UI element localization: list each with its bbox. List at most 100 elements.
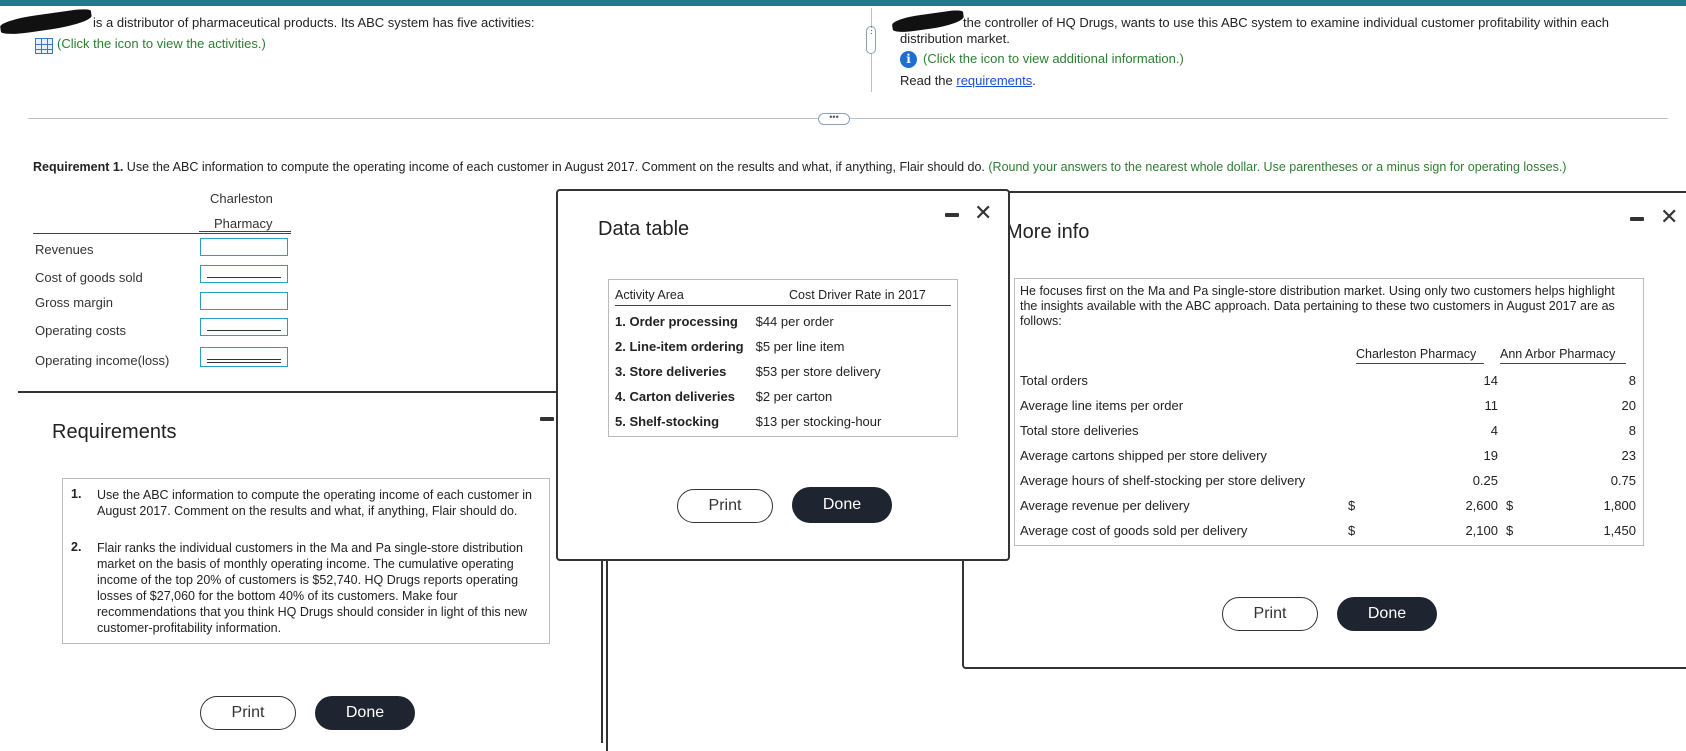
row-label: Average hours of shelf-stocking per stor… <box>1020 473 1306 488</box>
revenues-input[interactable] <box>200 238 288 256</box>
table-grid-icon[interactable] <box>35 38 53 54</box>
currency <box>1344 468 1394 493</box>
gross-margin-input[interactable] <box>200 292 288 310</box>
row-label-cogs: Cost of goods sold <box>35 270 143 285</box>
activity-name: Order processing <box>629 314 738 329</box>
info-click-text[interactable]: (Click the icon to view additional infor… <box>923 51 1184 66</box>
more-info-content-box: He focuses first on the Ma and Pa single… <box>1014 278 1644 546</box>
header-charleston: Charleston Pharmacy <box>1356 347 1477 361</box>
requirement1-line: Requirement 1. Use the ABC information t… <box>33 160 1566 174</box>
value-ann-arbor: 20 <box>1621 398 1636 413</box>
data-table-done-button[interactable]: Done <box>792 487 892 523</box>
header-ann-arbor: Ann Arbor Pharmacy <box>1500 347 1616 361</box>
row-label: Total store deliveries <box>1020 423 1139 438</box>
value-charleston: 4 <box>1490 423 1498 438</box>
currency <box>1502 368 1524 393</box>
value-ann-arbor: 8 <box>1628 373 1636 388</box>
value-charleston: 2,600 <box>1465 498 1498 513</box>
intro-right-line1: the controller of HQ Drugs, wants to use… <box>963 15 1609 30</box>
activity-name: Store deliveries <box>629 364 727 379</box>
table-row: Total store deliveries 4 8 <box>1016 418 1640 443</box>
currency: $ <box>1348 498 1356 513</box>
activity-name: Shelf-stocking <box>629 414 720 429</box>
more-info-print-button[interactable]: Print <box>1222 597 1318 631</box>
currency <box>1502 468 1524 493</box>
read-requirements-line: Read the requirements. <box>900 73 1036 88</box>
activity-cell: 3. Store deliveries <box>609 359 750 384</box>
requirements-done-button[interactable]: Done <box>315 696 415 730</box>
table-row: Average line items per order 11 20 <box>1016 393 1640 418</box>
intro-left-text: is a distributor of pharmaceutical produ… <box>93 15 535 30</box>
data-table-print-button[interactable]: Print <box>677 489 773 523</box>
currency <box>1344 418 1394 443</box>
requirements-print-button[interactable]: Print <box>200 696 296 730</box>
activity-number: 5. <box>615 414 626 429</box>
more-info-title: More info <box>1006 221 1090 243</box>
activity-cell: 1. Order processing <box>609 309 750 334</box>
requirements-title: Requirements <box>52 421 177 443</box>
activities-click-text[interactable]: (Click the icon to view the activities.) <box>57 36 266 51</box>
rate-cell: $2 per carton <box>755 389 833 404</box>
table-row: 3. Store deliveries $53 per store deliver… <box>609 359 887 384</box>
read-prefix: Read the <box>900 73 957 88</box>
header-rule-2 <box>1500 363 1626 364</box>
header-rule-1 <box>1356 363 1484 364</box>
operating-costs-input[interactable] <box>200 318 288 336</box>
currency <box>1344 368 1394 393</box>
currency: $ <box>1506 523 1514 538</box>
row-label: Average cost of goods sold per delivery <box>1020 523 1248 538</box>
value-charleston: 14 <box>1483 373 1498 388</box>
rate-cell: $44 per order <box>755 314 834 329</box>
table-row: Average revenue per delivery $2,600 $1,800 <box>1016 493 1640 518</box>
column-header-line1: Charleston <box>210 191 273 206</box>
activity-number: 3. <box>615 364 626 379</box>
rate-cell: $5 per line item <box>755 339 845 354</box>
value-charleston: 2,100 <box>1465 523 1498 538</box>
requirement1-hint: (Round your answers to the nearest whole… <box>988 160 1567 174</box>
column-underline <box>199 231 291 232</box>
pane-resize-handle[interactable]: ⋮ <box>866 26 876 54</box>
row-label-operating-income: Operating income(loss) <box>35 353 170 368</box>
table-row: Total orders 14 8 <box>1016 368 1640 393</box>
req-item-1-text: Use the ABC information to compute the o… <box>97 488 532 518</box>
row-label-operating-costs: Operating costs <box>35 323 127 338</box>
table-row: 4. Carton deliveries $2 per carton <box>609 384 887 409</box>
data-table-close-icon[interactable]: ✕ <box>974 202 992 224</box>
operating-income-input[interactable] <box>200 347 288 367</box>
currency: $ <box>1506 498 1514 513</box>
activity-cell: 2. Line-item ordering <box>609 334 750 359</box>
data-table-title: Data table <box>598 218 690 240</box>
cogs-input[interactable] <box>200 265 288 283</box>
value-charleston: 19 <box>1483 448 1498 463</box>
header-activity-area: Activity Area <box>615 288 684 302</box>
requirements-link[interactable]: requirements <box>956 73 1032 88</box>
redacted-name <box>0 7 93 37</box>
req-item-2-number: 2. <box>71 540 82 554</box>
row-label: Average revenue per delivery <box>1020 498 1190 513</box>
more-info-paragraph: He focuses first on the Ma and Pa single… <box>1020 284 1615 328</box>
row-label: Average line items per order <box>1020 398 1184 413</box>
data-table-minimize-icon[interactable] <box>945 213 959 217</box>
table-row: 2. Line-item ordering $5 per line item <box>609 334 887 359</box>
row-label: Average cartons shipped per store delive… <box>1020 448 1267 463</box>
answer-table-rule <box>33 233 291 234</box>
more-info-close-icon[interactable]: ✕ <box>1660 206 1678 228</box>
header-cost-driver-rate: Cost Driver Rate in 2017 <box>789 288 926 302</box>
rate-cell: $13 per stocking-hour <box>755 414 882 429</box>
requirements-minimize-icon[interactable] <box>540 417 554 421</box>
currency <box>1502 393 1524 418</box>
activity-number: 4. <box>615 389 626 404</box>
more-info-minimize-icon[interactable] <box>1630 217 1644 221</box>
currency <box>1502 418 1524 443</box>
read-suffix: . <box>1032 73 1036 88</box>
more-info-done-button[interactable]: Done <box>1337 597 1437 631</box>
table-row: 1. Order processing $44 per order <box>609 309 887 334</box>
pane-expand-handle[interactable]: ••• <box>818 113 850 125</box>
requirement1-text: Use the ABC information to compute the o… <box>123 160 985 174</box>
data-table-box: Activity Area Cost Driver Rate in 2017 1… <box>608 279 958 437</box>
activity-number: 1. <box>615 314 626 329</box>
requirement1-label: Requirement 1. <box>33 160 124 174</box>
value-ann-arbor: 8 <box>1628 423 1636 438</box>
value-ann-arbor: 1,450 <box>1603 523 1636 538</box>
info-icon[interactable]: i <box>900 51 917 68</box>
